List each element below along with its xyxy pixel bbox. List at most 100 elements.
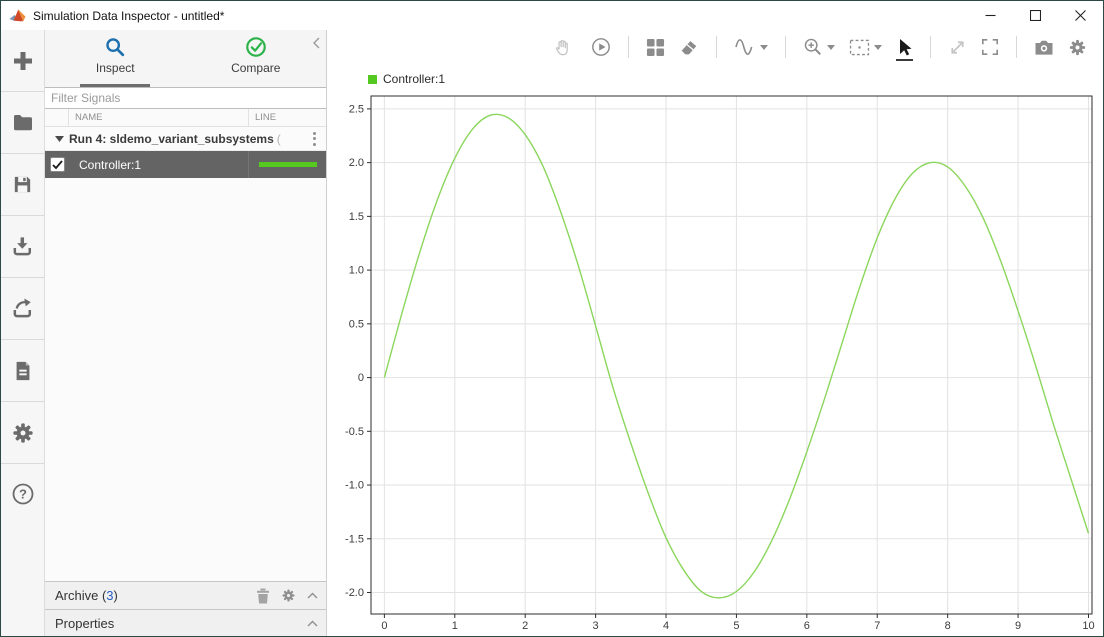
run-group-label: Run 4: sldemo_variant_subsystems (69, 132, 274, 146)
plot-legend: Controller:1 (327, 64, 1103, 94)
report-document-icon (12, 360, 34, 382)
expand-plot-button[interactable] (948, 38, 967, 57)
collapse-up-chevron-icon[interactable] (307, 620, 318, 627)
import-icon (11, 235, 34, 258)
signal-generator-icon (734, 38, 756, 56)
svg-text:5: 5 (733, 620, 739, 632)
app-window: Simulation Data Inspector - untitled* (0, 0, 1104, 637)
save-button[interactable] (1, 154, 44, 216)
tab-compare[interactable]: Compare (186, 30, 327, 87)
signal-line-swatch (259, 162, 317, 167)
svg-text:1.0: 1.0 (349, 265, 364, 277)
matlab-logo-icon (9, 8, 26, 24)
line-column-header: LINE (248, 109, 326, 126)
pan-hand-button[interactable] (553, 38, 572, 57)
dropdown-caret-icon (760, 45, 768, 50)
settings-gear-icon (1068, 38, 1087, 57)
svg-text:1.5: 1.5 (349, 211, 364, 223)
trash-icon[interactable] (256, 588, 270, 604)
fullscreen-icon (981, 38, 999, 56)
svg-text:2.0: 2.0 (349, 157, 364, 169)
export-button[interactable] (1, 278, 44, 340)
run-group-row[interactable]: Run 4: sldemo_variant_subsystems ( (45, 127, 326, 151)
signal-generator-button[interactable] (734, 38, 768, 56)
snapshot-camera-icon (1034, 39, 1054, 56)
collapse-panel-chevron-icon[interactable] (311, 36, 321, 50)
tab-inspect-label: Inspect (96, 61, 135, 75)
help-icon: ? (11, 482, 35, 506)
properties-label: Properties (55, 616, 114, 631)
svg-text:-0.5: -0.5 (345, 426, 364, 438)
svg-text:2.5: 2.5 (349, 103, 364, 115)
snapshot-button[interactable] (1034, 39, 1054, 56)
archive-label: Archive (3) (55, 588, 118, 603)
save-icon (11, 173, 34, 196)
svg-text:3: 3 (593, 620, 599, 632)
filter-signals-input[interactable] (45, 87, 326, 109)
eraser-button[interactable] (679, 38, 699, 57)
archive-section-header[interactable]: Archive (3) (45, 581, 326, 609)
pointer-icon (896, 38, 913, 57)
dropdown-caret-icon (874, 45, 882, 50)
fit-to-view-button[interactable] (849, 39, 882, 56)
zoom-in-button[interactable] (803, 37, 835, 57)
preferences-gear-icon (11, 421, 35, 445)
titlebar: Simulation Data Inspector - untitled* (1, 1, 1103, 30)
svg-text:0: 0 (381, 620, 387, 632)
toolbar-separator (1016, 36, 1017, 58)
svg-text:1: 1 (452, 620, 458, 632)
tab-compare-label: Compare (231, 61, 280, 75)
signal-chart: 0123456789102.52.01.51.00.50-0.5-1.0-1.5… (327, 94, 1103, 636)
maximize-button[interactable] (1013, 1, 1058, 30)
add-button[interactable] (1, 30, 44, 92)
svg-text:0: 0 (358, 372, 364, 384)
signal-checkbox[interactable] (50, 157, 65, 172)
plot-canvas[interactable]: 0123456789102.52.01.51.00.50-0.5-1.0-1.5… (327, 94, 1103, 636)
checkbox-column-header (45, 109, 69, 126)
tab-inspect[interactable]: Inspect (45, 30, 186, 87)
dropdown-caret-icon (827, 45, 835, 50)
svg-text:-2.0: -2.0 (345, 587, 364, 599)
legend-swatch (368, 75, 377, 84)
checkmark-icon (52, 160, 63, 170)
open-folder-icon (11, 111, 35, 135)
toolbar-separator (785, 36, 786, 58)
import-button[interactable] (1, 216, 44, 278)
expand-icon (948, 38, 967, 57)
plot-settings-button[interactable] (1068, 38, 1087, 57)
layout-grid-button[interactable] (646, 38, 665, 57)
fullscreen-button[interactable] (981, 38, 999, 56)
properties-section-header[interactable]: Properties (45, 609, 326, 636)
zoom-in-icon (803, 37, 823, 57)
minimize-button[interactable] (968, 1, 1013, 30)
toolbar-separator (930, 36, 931, 58)
signals-panel: Inspect Compare NAME L (45, 30, 327, 636)
report-button[interactable] (1, 340, 44, 402)
export-icon (11, 297, 34, 320)
run-group-label-suffix: ( (277, 132, 281, 146)
help-button[interactable]: ? (1, 464, 44, 636)
check-circle-icon (245, 36, 267, 58)
expand-triangle-icon[interactable] (55, 136, 64, 142)
eraser-icon (679, 38, 699, 57)
magnifier-icon (104, 36, 126, 58)
archive-gear-icon[interactable] (281, 588, 296, 603)
svg-text:9: 9 (1015, 620, 1021, 632)
layout-grid-icon (646, 38, 665, 57)
signal-list-empty-area (45, 178, 326, 581)
pointer-tool-button[interactable] (896, 38, 913, 61)
signal-row[interactable]: Controller:1 (45, 151, 326, 178)
pan-hand-icon (553, 38, 572, 57)
collapse-up-chevron-icon[interactable] (307, 592, 318, 599)
maximize-icon (1030, 10, 1041, 21)
svg-text:6: 6 (804, 620, 810, 632)
toolbar-separator (716, 36, 717, 58)
replay-button[interactable] (591, 37, 611, 57)
open-button[interactable] (1, 92, 44, 154)
toolbar-separator (628, 36, 629, 58)
svg-text:2: 2 (522, 620, 528, 632)
kebab-menu-icon[interactable] (311, 130, 318, 148)
preferences-button[interactable] (1, 402, 44, 464)
svg-text:0.5: 0.5 (349, 318, 364, 330)
close-button[interactable] (1058, 1, 1103, 30)
